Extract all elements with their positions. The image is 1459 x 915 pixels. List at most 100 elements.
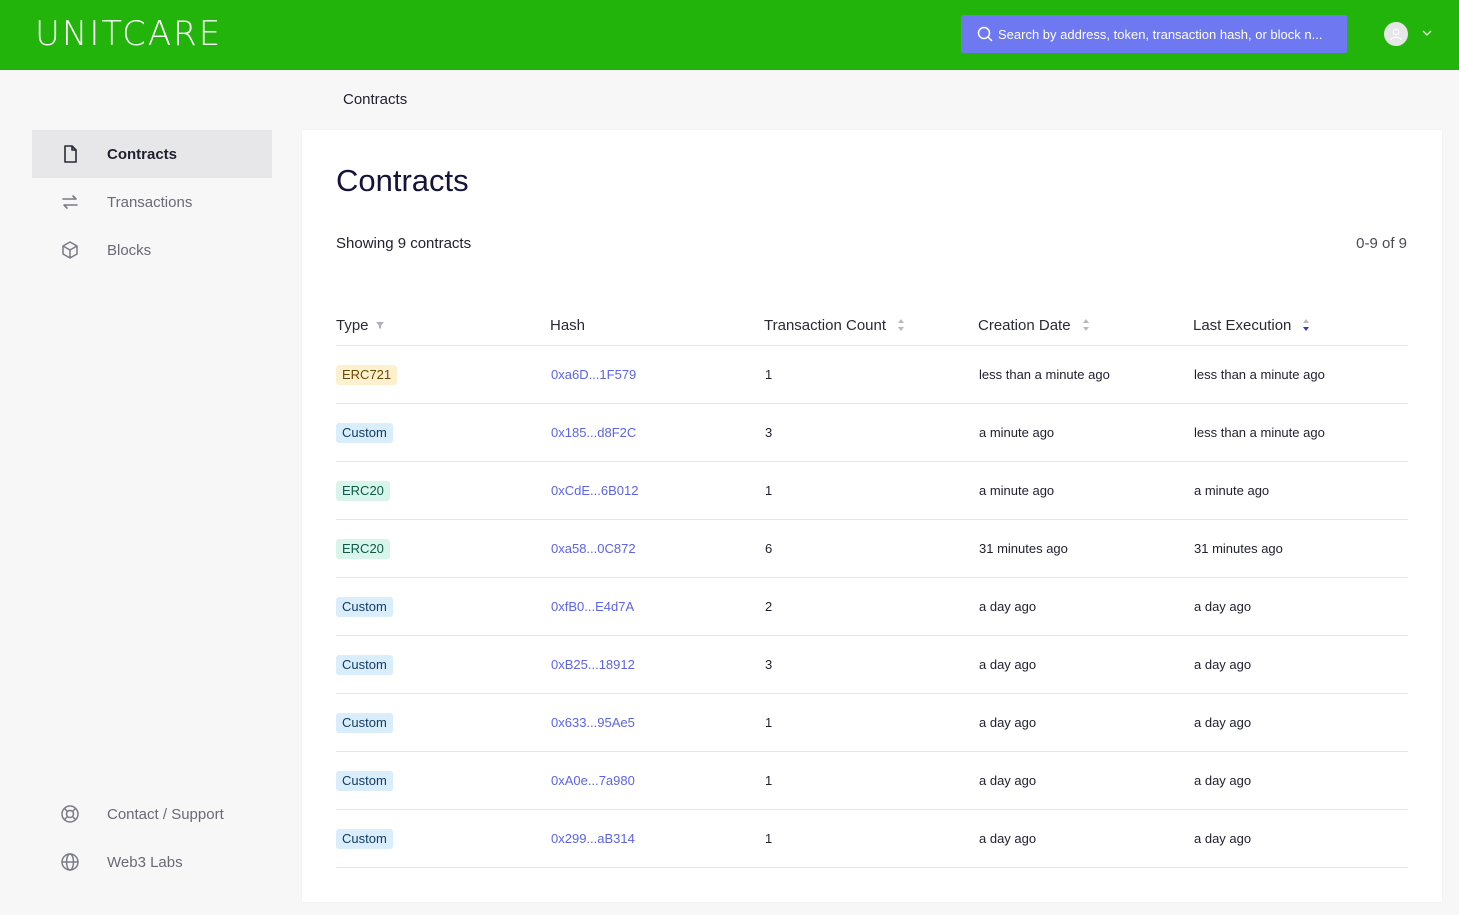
- cell-transaction-count: 6: [765, 541, 773, 556]
- column-type[interactable]: Type: [336, 317, 550, 334]
- search-icon: [977, 26, 993, 42]
- contract-hash-link[interactable]: 0xa58...0C872: [551, 541, 636, 556]
- page-title: Contracts: [336, 163, 469, 198]
- cell-hash: 0xB25...18912: [550, 657, 764, 672]
- table-row: ERC20 0xCdE...6B012 1 a minute ago a minute …: [336, 462, 1408, 520]
- column-label: Transaction Count: [764, 316, 887, 334]
- filter-icon[interactable]: [375, 320, 385, 330]
- cell-last-execution: a day ago: [1194, 831, 1252, 846]
- column-hash: Hash: [550, 317, 764, 334]
- sort-icon[interactable]: [896, 317, 906, 333]
- cell-type: ERC721: [336, 364, 550, 385]
- avatar[interactable]: [1384, 22, 1408, 46]
- contract-hash-link[interactable]: 0x185...d8F2C: [551, 425, 636, 440]
- cell-type: ERC20: [336, 538, 550, 559]
- type-badge: Custom: [336, 422, 393, 443]
- cell-transaction-count: 2: [765, 599, 773, 614]
- cell-creation-date: a day ago: [979, 831, 1037, 846]
- column-label: Hash: [550, 316, 586, 334]
- table-row: Custom 0x185...d8F2C 3 a minute ago less tha…: [336, 404, 1408, 462]
- column-label: Type: [336, 316, 369, 334]
- cell-type: Custom: [336, 712, 550, 733]
- cell-type: Custom: [336, 596, 550, 617]
- type-badge: ERC721: [336, 364, 398, 385]
- cell-hash: 0xa58...0C872: [550, 541, 764, 556]
- cell-transaction-count: 1: [765, 831, 773, 846]
- cell-transaction-count: 1: [765, 483, 773, 498]
- brand-logo[interactable]: UNITCARE: [35, 16, 222, 52]
- sidebar-item-web3-labs[interactable]: Web3 Labs: [32, 838, 272, 886]
- column-transaction-count[interactable]: Transaction Count: [764, 317, 978, 334]
- search-input[interactable]: Search by address, token, transaction ha…: [961, 15, 1347, 53]
- file-icon: [60, 144, 80, 164]
- cell-last-execution: 31 minutes ago: [1194, 541, 1283, 556]
- cell-transaction-count: 3: [765, 425, 773, 440]
- sidebar-nav: Contracts Transactions Blocks: [32, 130, 272, 274]
- contract-hash-link[interactable]: 0xfB0...E4d7A: [551, 599, 634, 614]
- contract-hash-link[interactable]: 0xB25...18912: [551, 657, 635, 672]
- type-badge: Custom: [336, 712, 393, 733]
- sidebar-item-blocks[interactable]: Blocks: [32, 226, 272, 274]
- cell-creation-date: a minute ago: [979, 483, 1055, 498]
- sidebar-item-label: Blocks: [107, 241, 152, 259]
- cell-type: ERC20: [336, 480, 550, 501]
- cell-type: Custom: [336, 770, 550, 791]
- top-header: UNITCARE Search by address, token, trans…: [0, 0, 1459, 70]
- table-header: Type Hash Transaction Count Creation Dat…: [336, 305, 1408, 346]
- table-row: Custom 0xB25...18912 3 a day ago a day ago: [336, 636, 1408, 694]
- cell-creation-date: a day ago: [979, 773, 1037, 788]
- search-placeholder: Search by address, token, transaction ha…: [998, 26, 1323, 42]
- cell-last-execution: less than a minute ago: [1194, 425, 1325, 440]
- table-row: Custom 0xA0e...7a980 1 a day ago a day ago: [336, 752, 1408, 810]
- contracts-table: Type Hash Transaction Count Creation Dat…: [336, 305, 1408, 868]
- contracts-card: Contracts Showing 9 contracts 0-9 of 9 T…: [302, 130, 1442, 902]
- cell-last-execution: a day ago: [1194, 773, 1252, 788]
- sidebar-item-contracts[interactable]: Contracts: [32, 130, 272, 178]
- column-label: Creation Date: [978, 316, 1071, 334]
- type-badge: Custom: [336, 828, 393, 849]
- contract-hash-link[interactable]: 0xA0e...7a980: [551, 773, 635, 788]
- cell-hash: 0xCdE...6B012: [550, 483, 764, 498]
- table-body: ERC721 0xa6D...1F579 1 less than a minute a…: [336, 346, 1408, 868]
- column-label: Last Execution: [1193, 316, 1292, 334]
- cell-type: Custom: [336, 654, 550, 675]
- sort-icon[interactable]: [1081, 317, 1091, 333]
- sort-desc-icon[interactable]: [1301, 317, 1311, 333]
- contract-hash-link[interactable]: 0x633...95Ae5: [551, 715, 635, 730]
- cell-last-execution: less than a minute ago: [1194, 367, 1325, 382]
- table-row: Custom 0xfB0...E4d7A 2 a day ago a day ago: [336, 578, 1408, 636]
- globe-icon: [60, 852, 80, 872]
- cell-hash: 0x299...aB314: [550, 831, 764, 846]
- sidebar-item-label: Web3 Labs: [107, 853, 183, 871]
- cell-hash: 0xa6D...1F579: [550, 367, 764, 382]
- cell-type: Custom: [336, 422, 550, 443]
- cube-icon: [60, 240, 80, 260]
- cell-creation-date: a day ago: [979, 657, 1037, 672]
- chevron-down-icon[interactable]: [1422, 29, 1432, 37]
- sidebar-item-label: Transactions: [107, 193, 193, 211]
- cell-hash: 0xfB0...E4d7A: [550, 599, 764, 614]
- column-creation-date[interactable]: Creation Date: [978, 317, 1193, 334]
- pagination-range: 0-9 of 9: [1356, 235, 1407, 252]
- sidebar-item-label: Contact / Support: [107, 805, 224, 823]
- swap-icon: [60, 192, 80, 212]
- user-icon: [1390, 28, 1402, 41]
- contract-hash-link[interactable]: 0xa6D...1F579: [551, 367, 636, 382]
- table-row: ERC20 0xa58...0C872 6 31 minutes ago 31 minu…: [336, 520, 1408, 578]
- type-badge: Custom: [336, 654, 393, 675]
- lifebuoy-icon: [60, 804, 80, 824]
- contract-hash-link[interactable]: 0x299...aB314: [551, 831, 635, 846]
- contract-hash-link[interactable]: 0xCdE...6B012: [551, 483, 638, 498]
- sidebar-footer: Contact / Support Web3 Labs: [32, 790, 272, 886]
- sidebar-item-label: Contracts: [107, 145, 178, 163]
- cell-creation-date: a day ago: [979, 599, 1037, 614]
- cell-hash: 0xA0e...7a980: [550, 773, 764, 788]
- table-row: Custom 0x633...95Ae5 1 a day ago a day ago: [336, 694, 1408, 752]
- column-last-execution[interactable]: Last Execution: [1193, 317, 1408, 334]
- breadcrumb: Contracts: [343, 91, 408, 108]
- sidebar-item-transactions[interactable]: Transactions: [32, 178, 272, 226]
- sidebar-item-support[interactable]: Contact / Support: [32, 790, 272, 838]
- results-count: Showing 9 contracts: [336, 235, 472, 252]
- type-badge: Custom: [336, 770, 393, 791]
- cell-creation-date: a day ago: [979, 715, 1037, 730]
